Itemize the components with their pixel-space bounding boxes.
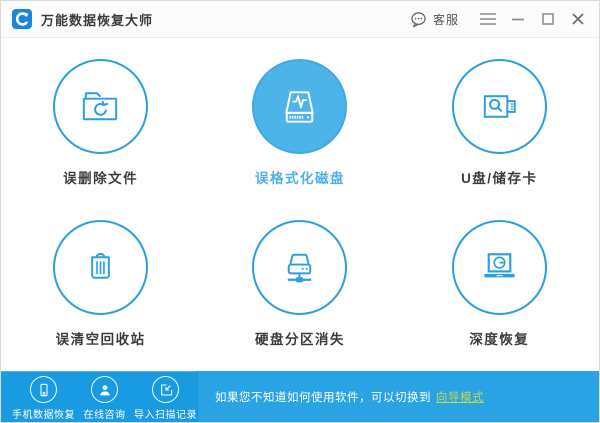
feature-recycle-bin[interactable]: 误清空回收站 [1,204,200,366]
wizard-hint-text: 如果您不知道如何使用软件，可以切换到 [215,391,431,404]
wizard-hint-panel: 如果您不知道如何使用软件，可以切换到 向导模式 [197,371,599,422]
app-window: 万能数据恢复大师 客服 误删除文件 误格式化磁盘 U盘/储存卡 误清空回收站 硬… [0,0,600,423]
recovery-mode-grid: 误删除文件 误格式化磁盘 U盘/储存卡 误清空回收站 硬盘分区消失 深度恢复 [1,38,599,371]
feature-deep-recovery[interactable]: 深度恢复 [400,204,599,366]
usb-search-icon [451,58,547,154]
online-support-button[interactable]: 在线咨询 [74,376,135,422]
maximize-button[interactable] [533,1,563,37]
network-disk-icon [252,220,348,316]
maximize-icon [542,13,554,25]
laptop-scan-icon [451,220,547,316]
feature-label: 深度恢复 [469,332,530,348]
feature-label: 误格式化磁盘 [254,170,345,186]
app-title: 万能数据恢复大师 [41,12,154,28]
feature-label: 硬盘分区消失 [254,332,345,348]
minimize-icon [511,18,525,21]
feature-lost-partition[interactable]: 硬盘分区消失 [200,204,399,366]
formatted-disk-icon [252,58,348,154]
person-icon [91,376,118,403]
action-label: 导入扫描记录 [134,410,197,421]
close-button[interactable] [563,1,593,37]
phone-icon [30,376,57,403]
phone-recovery-button[interactable]: 手机数据恢复 [12,376,75,422]
customer-support-label: 客服 [432,12,459,27]
action-label: 手机数据恢复 [12,410,75,421]
import-scan-record-button[interactable]: 导入扫描记录 [134,376,197,422]
minimize-button[interactable] [503,1,533,37]
titlebar: 万能数据恢复大师 客服 [1,1,599,38]
feature-formatted-disk[interactable]: 误格式化磁盘 [200,42,399,204]
customer-support-button[interactable]: 客服 [409,10,459,29]
feature-label: 误清空回收站 [55,332,146,348]
wizard-mode-link[interactable]: 向导模式 [436,389,484,405]
bottom-bar: 手机数据恢复 在线咨询 导入扫描记录 如果您不知道如何使用软件，可以切换到 向导… [1,371,599,422]
hamburger-menu-icon [479,12,497,26]
action-label: 在线咨询 [83,410,126,421]
feature-usb-storage[interactable]: U盘/储存卡 [400,42,599,204]
chat-bubble-icon [409,10,428,29]
app-logo-icon [12,9,32,29]
feature-label: U盘/储存卡 [461,170,538,186]
trash-bin-icon [53,220,149,316]
feature-label: 误删除文件 [63,170,139,186]
bottom-actions: 手机数据恢复 在线咨询 导入扫描记录 [1,371,197,422]
import-record-icon [152,376,179,403]
feature-deleted-files[interactable]: 误删除文件 [1,42,200,204]
menu-button[interactable] [473,1,503,37]
folder-recycle-icon [53,58,149,154]
close-icon [572,13,584,25]
